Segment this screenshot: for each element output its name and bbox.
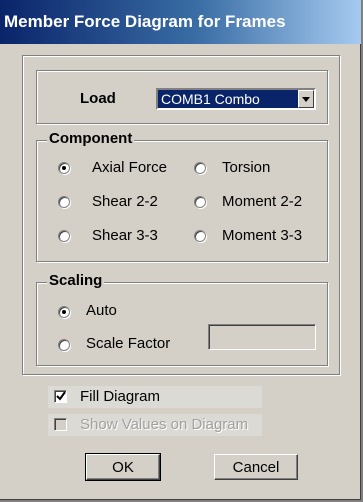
load-label: Load [80, 90, 116, 107]
moment-3-3-label: Moment 3-3 [222, 227, 303, 244]
fill-diagram-label: Fill Diagram [80, 388, 161, 405]
moment-2-2-label: Moment 2-2 [222, 193, 303, 210]
show-values-row: Show Values on Diagram [48, 414, 262, 436]
fill-diagram-row[interactable]: Fill Diagram [48, 386, 262, 408]
load-combo-value: COMB1 Combo [161, 91, 260, 107]
axial-force-radio[interactable] [58, 162, 70, 174]
shear-2-2-label: Shear 2-2 [92, 193, 158, 210]
scaling-group-title: Scaling [47, 272, 105, 289]
shear-2-2-radio[interactable] [58, 196, 70, 208]
fill-diagram-checkbox[interactable] [54, 390, 67, 403]
load-combo-select[interactable]: COMB1 Combo [156, 88, 316, 110]
ok-button[interactable]: OK [85, 453, 161, 481]
scale-factor-radio[interactable] [58, 339, 70, 351]
show-values-checkbox [54, 418, 67, 431]
dropdown-button[interactable] [298, 90, 314, 108]
chevron-down-icon [302, 96, 310, 102]
dialog-window: Member Force Diagram for Frames Load COM… [0, 0, 363, 502]
auto-radio[interactable] [58, 306, 70, 318]
scale-factor-input[interactable] [208, 324, 316, 350]
scale-factor-label: Scale Factor [86, 335, 171, 352]
torsion-label: Torsion [222, 159, 271, 176]
show-values-label: Show Values on Diagram [80, 416, 249, 433]
auto-label: Auto [86, 302, 117, 319]
check-icon [56, 391, 66, 401]
shear-3-3-radio[interactable] [58, 230, 70, 242]
cancel-button[interactable]: Cancel [214, 454, 298, 480]
dialog-title: Member Force Diagram for Frames [0, 0, 361, 44]
moment-2-2-radio[interactable] [194, 196, 206, 208]
component-group-title: Component [47, 130, 135, 147]
moment-3-3-radio[interactable] [194, 230, 206, 242]
shear-3-3-label: Shear 3-3 [92, 227, 158, 244]
torsion-radio[interactable] [194, 162, 206, 174]
axial-force-label: Axial Force [92, 159, 168, 176]
